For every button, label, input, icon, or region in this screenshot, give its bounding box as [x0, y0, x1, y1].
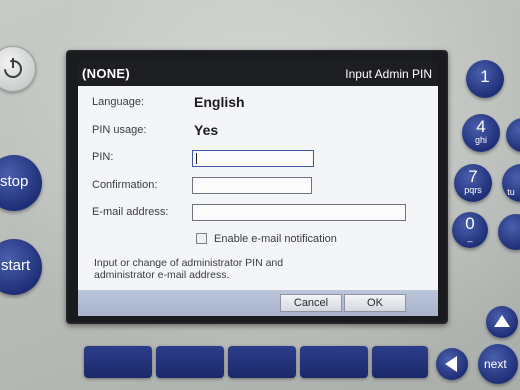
soft-key-4[interactable]: [300, 346, 368, 378]
arrow-up-icon: [494, 315, 510, 327]
soft-key-5[interactable]: [372, 346, 428, 378]
key-4-sublabel: ghi: [474, 135, 487, 145]
cancel-button[interactable]: Cancel: [280, 294, 342, 312]
soft-key-1[interactable]: [84, 346, 152, 378]
left-arrow-button[interactable]: [436, 348, 468, 380]
arrow-left-icon: [445, 356, 457, 372]
key-1-label: 1: [480, 67, 490, 86]
status-text: (NONE): [82, 66, 131, 81]
text-caret: [196, 153, 197, 164]
power-icon: [4, 58, 22, 78]
info-line-2: administrator e-mail address.: [94, 269, 230, 281]
info-text: Input or change of administrator PIN and…: [94, 257, 394, 281]
next-button[interactable]: next: [478, 344, 518, 384]
power-button[interactable]: [0, 46, 36, 92]
dialog-title-bar: (NONE) Input Admin PIN: [78, 62, 438, 86]
info-line-1: Input or change of administrator PIN and: [94, 257, 284, 269]
language-label: Language:: [92, 96, 144, 108]
email-label: E-mail address:: [92, 206, 169, 218]
lcd-screen: (NONE) Input Admin PIN Language: English…: [78, 62, 438, 316]
ok-button[interactable]: OK: [344, 294, 406, 312]
stop-label: stop: [0, 173, 29, 190]
email-field[interactable]: [192, 204, 406, 221]
next-label: next: [484, 357, 507, 371]
language-value: English: [194, 94, 245, 110]
pin-field[interactable]: [192, 150, 314, 167]
dialog-title: Input Admin PIN: [345, 67, 432, 81]
confirmation-field[interactable]: [192, 177, 312, 194]
pin-label: PIN:: [92, 151, 114, 163]
pin-usage-label: PIN usage:: [92, 124, 147, 136]
key-0-label: 0: [465, 214, 475, 233]
key-8-sublabel: tu: [507, 187, 515, 197]
soft-key-2[interactable]: [156, 346, 224, 378]
email-notification-checkbox[interactable]: [196, 233, 207, 244]
key-0-sublabel: _: [467, 232, 473, 242]
up-arrow-button[interactable]: [486, 306, 518, 338]
soft-key-3[interactable]: [228, 346, 296, 378]
confirmation-label: Confirmation:: [92, 179, 158, 191]
key-0-button[interactable]: 0 _: [452, 212, 488, 248]
email-notification-label: Enable e-mail notification: [214, 233, 337, 245]
pin-usage-value: Yes: [194, 122, 219, 138]
start-label: start: [1, 257, 31, 274]
key-4-label: 4: [476, 117, 486, 136]
key-4-button[interactable]: 4 ghi: [462, 114, 500, 152]
key-7-label: 7: [468, 167, 478, 186]
key-1-button[interactable]: 1: [466, 60, 504, 98]
